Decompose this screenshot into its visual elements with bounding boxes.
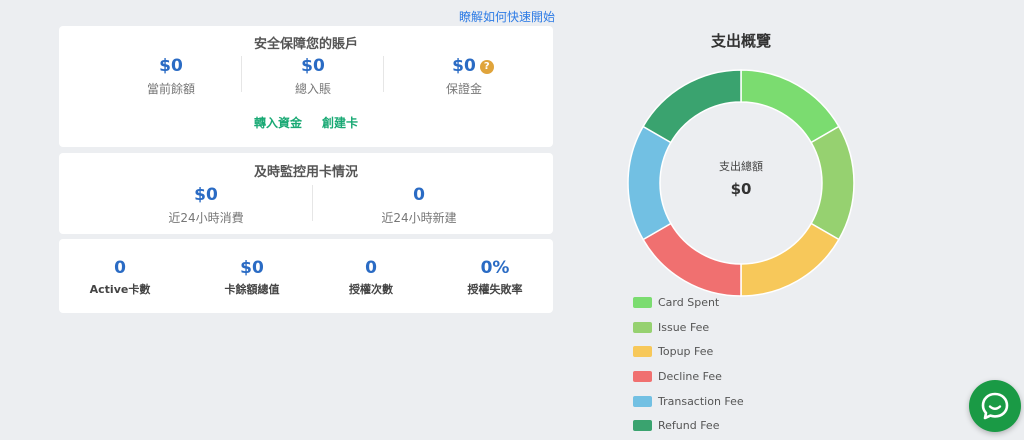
- spend-24h-stat: $0 近24小時消費: [146, 185, 266, 226]
- legend-swatch: [633, 346, 652, 358]
- donut-slice-topup-fee[interactable]: [740, 222, 840, 297]
- legend-swatch: [633, 370, 652, 382]
- current-balance-value: $0: [159, 56, 183, 76]
- legend-label: Issue Fee: [658, 320, 710, 334]
- total-deposit-value: $0: [301, 56, 325, 76]
- total-spend-label: 支出總額: [719, 160, 763, 173]
- card-balance-total-label: 卡餘額總值: [224, 283, 280, 296]
- auth-count-stat: 0 授權次數: [321, 258, 421, 297]
- help-icon[interactable]: ?: [479, 60, 494, 74]
- auth-fail-rate-label: 授權失敗率: [467, 283, 523, 296]
- summary-card: 0 Active卡數 $0 卡餘額總值 0 授權次數 0% 授權失敗率: [59, 239, 553, 313]
- active-cards-value: 0: [114, 258, 126, 278]
- spend-24h-value: $0: [194, 185, 218, 205]
- new-cards-24h-label: 近24小時新建: [381, 211, 457, 225]
- spend-24h-label: 近24小時消費: [168, 211, 244, 225]
- legend-label: Topup Fee: [658, 345, 714, 359]
- monitor-card-title: 及時監控用卡情況: [253, 165, 358, 180]
- deposit-margin-value-row: $0?: [413, 56, 533, 76]
- auth-fail-rate-stat: 0% 授權失敗率: [445, 258, 545, 297]
- current-balance-stat: $0 當前餘額: [111, 56, 231, 97]
- account-card-title: 安全保障您的賬戶: [253, 37, 358, 52]
- total-spend-value: $0: [730, 180, 752, 198]
- total-deposit-label: 總入賬: [294, 82, 331, 96]
- card-balance-total-stat: $0 卡餘額總值: [202, 258, 302, 297]
- active-cards-label: Active卡數: [89, 283, 151, 296]
- legend-swatch: [633, 395, 652, 407]
- transfer-funds-button[interactable]: 轉入資金: [254, 114, 302, 131]
- divider: [312, 185, 313, 221]
- auth-count-value: 0: [365, 258, 377, 278]
- account-card: 安全保障您的賬戶 $0 當前餘額 $0 總入賬 $0? 保證金 轉入資金 創建卡: [59, 26, 553, 147]
- monitor-card: 及時監控用卡情況 $0 近24小時消費 0 近24小時新建: [59, 153, 553, 234]
- create-card-button[interactable]: 創建卡: [322, 114, 358, 131]
- donut-slice-issue-fee[interactable]: [810, 125, 855, 241]
- new-cards-24h-value: 0: [413, 185, 425, 205]
- new-cards-24h-stat: 0 近24小時新建: [359, 185, 479, 226]
- legend-item[interactable]: Transaction Fee: [633, 389, 744, 414]
- chat-button[interactable]: [969, 380, 1021, 432]
- card-balance-total-value: $0: [240, 258, 264, 278]
- chart-title: 支出概覽: [710, 32, 771, 50]
- donut-slice-refund-fee[interactable]: [642, 69, 742, 144]
- legend-label: Decline Fee: [658, 369, 722, 383]
- legend-swatch: [633, 296, 652, 308]
- legend-label: Card Spent: [658, 295, 720, 309]
- auth-fail-rate-value: 0%: [480, 258, 510, 278]
- legend-item[interactable]: Card Spent: [633, 290, 744, 315]
- donut-slice-transaction-fee[interactable]: [627, 125, 672, 241]
- legend-label: Refund Fee: [658, 419, 720, 433]
- current-balance-label: 當前餘額: [146, 82, 195, 96]
- quick-start-link[interactable]: 瞭解如何快速開始: [459, 8, 555, 25]
- legend-swatch: [633, 420, 652, 432]
- legend-label: Transaction Fee: [658, 394, 744, 408]
- active-cards-stat: 0 Active卡數: [70, 258, 170, 297]
- divider: [241, 56, 242, 92]
- legend-swatch: [633, 321, 652, 333]
- legend-item[interactable]: Issue Fee: [633, 315, 744, 340]
- deposit-margin-label: 保證金: [445, 82, 482, 96]
- legend-item[interactable]: Decline Fee: [633, 364, 744, 389]
- donut-slice-decline-fee[interactable]: [642, 222, 742, 297]
- divider: [383, 56, 384, 92]
- total-deposit-stat: $0 總入賬: [253, 56, 373, 97]
- chat-icon: [981, 392, 1009, 420]
- deposit-margin-value: $0: [452, 56, 476, 76]
- donut-slice-card-spent[interactable]: [740, 69, 840, 144]
- legend-item[interactable]: Topup Fee: [633, 339, 744, 364]
- deposit-margin-stat: $0? 保證金: [413, 56, 533, 97]
- chart-legend: Card Spent Issue Fee Topup Fee Decline Fee T…: [633, 290, 744, 438]
- legend-item[interactable]: Refund Fee: [633, 413, 744, 438]
- auth-count-label: 授權次數: [349, 283, 393, 296]
